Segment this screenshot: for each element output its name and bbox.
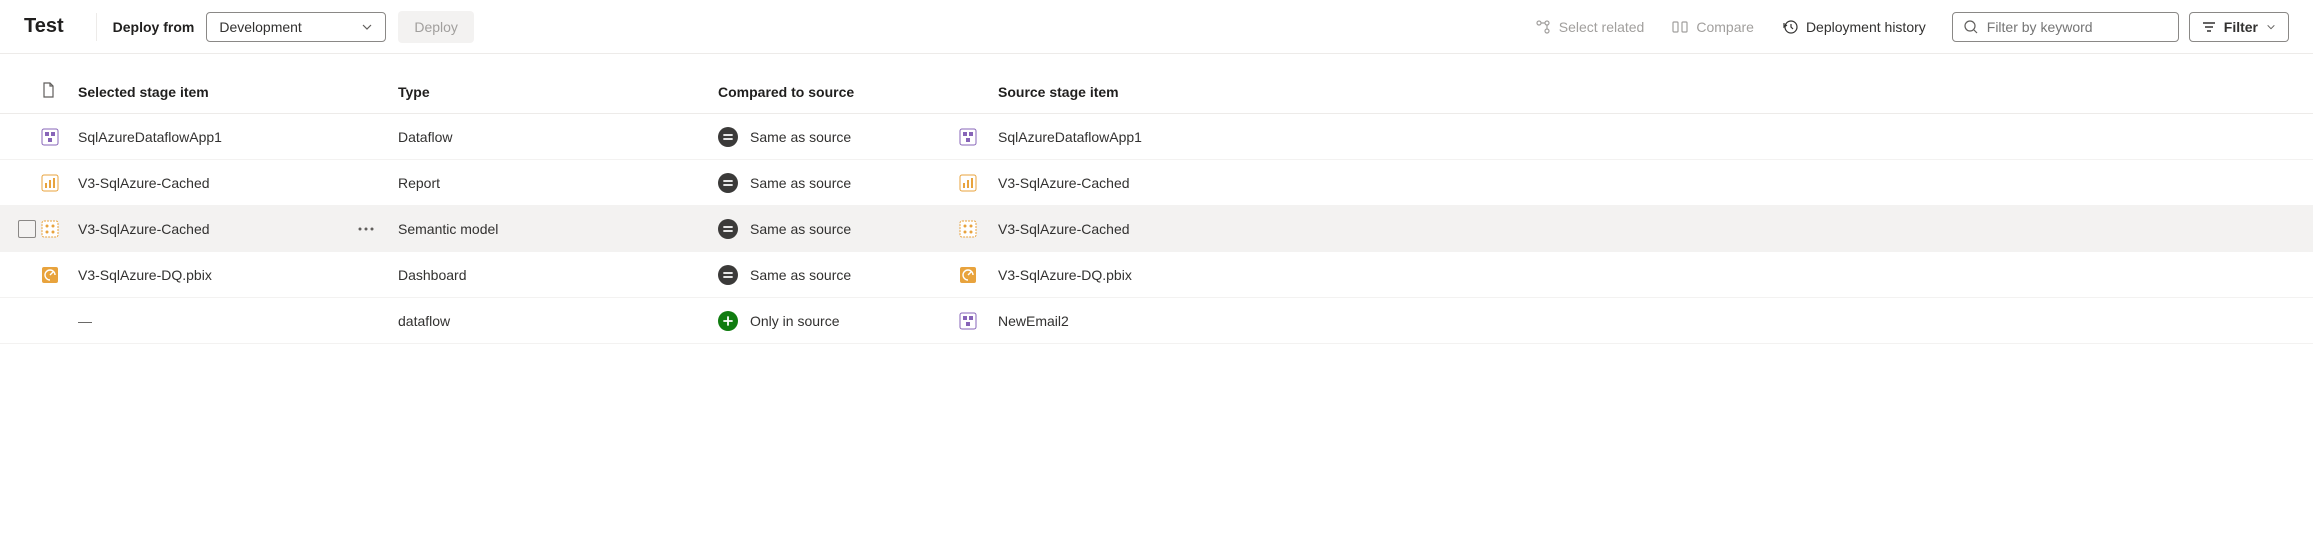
dashboard-icon [958,265,978,285]
comparison-status: Same as source [750,221,851,237]
search-input[interactable] [1987,19,2168,35]
status-same-icon [718,173,738,193]
comparison-status: Same as source [750,267,851,283]
divider [96,13,97,41]
status-only-source-icon [718,311,738,331]
source-item-name: V3-SqlAzure-DQ.pbix [998,267,1132,283]
report-icon [958,173,978,193]
comparison-status: Only in source [750,313,839,329]
status-same-icon [718,127,738,147]
item-name: — [78,313,92,329]
row-checkbox[interactable] [18,174,36,192]
table-header-row: Selected stage item Type Compared to sou… [0,82,2313,114]
source-item-name: V3-SqlAzure-Cached [998,175,1130,191]
table-row[interactable]: V3-SqlAzure-DQ.pbix Dashboard Same as sour… [0,252,2313,298]
item-name: V3-SqlAzure-Cached [78,221,210,237]
source-item-name: V3-SqlAzure-Cached [998,221,1130,237]
row-checkbox[interactable] [18,220,36,238]
compare-label: Compare [1696,19,1754,35]
source-stage-dropdown[interactable]: Development [206,12,386,42]
chevron-down-icon [2266,22,2276,32]
source-stage-value: Development [219,19,302,35]
stage-title: Test [24,15,64,38]
select-related-icon [1535,19,1551,35]
item-name: V3-SqlAzure-DQ.pbix [78,267,212,283]
column-header-compared[interactable]: Compared to source [718,84,958,100]
table-row[interactable]: — dataflow Only in source NewEmail2 [0,298,2313,344]
select-related-button[interactable]: Select related [1525,13,1655,41]
search-icon [1963,19,1979,35]
filter-button[interactable]: Filter [2189,12,2289,42]
table: Selected stage item Type Compared to sou… [0,54,2313,344]
item-type: Report [398,175,718,191]
table-row[interactable]: V3-SqlAzure-Cached Report Same as source V3… [0,160,2313,206]
status-same-icon [718,265,738,285]
item-type: Semantic model [398,221,718,237]
item-type: dataflow [398,313,718,329]
row-checkbox[interactable] [18,266,36,284]
deploy-button[interactable]: Deploy [398,11,474,43]
more-options-button[interactable] [352,215,380,243]
deployment-history-button[interactable]: Deployment history [1772,13,1936,41]
source-item-name: SqlAzureDataflowApp1 [998,129,1142,145]
source-item-name: NewEmail2 [998,313,1069,329]
deploy-from-label: Deploy from [113,19,195,35]
row-checkbox[interactable] [18,128,36,146]
history-icon [1782,19,1798,35]
item-type: Dashboard [398,267,718,283]
select-related-label: Select related [1559,19,1645,35]
toolbar: Test Deploy from Development Deploy Sele… [0,0,2313,54]
compare-button[interactable]: Compare [1662,13,1764,41]
column-header-type[interactable]: Type [398,84,718,100]
comparison-status: Same as source [750,175,851,191]
item-name: V3-SqlAzure-Cached [78,175,210,191]
dataflow-icon [958,127,978,147]
dataflow-icon [958,311,978,331]
deployment-history-label: Deployment history [1806,19,1926,35]
status-same-icon [718,219,738,239]
comparison-status: Same as source [750,129,851,145]
semantic-model-icon [958,219,978,239]
column-header-selected-item[interactable]: Selected stage item [78,84,398,100]
semantic-model-icon [40,219,60,239]
filter-label: Filter [2224,19,2258,35]
chevron-down-icon [361,21,373,33]
empty-icon [40,311,60,331]
row-checkbox[interactable] [18,312,36,330]
document-icon [40,82,56,98]
dataflow-icon [40,127,60,147]
item-name: SqlAzureDataflowApp1 [78,129,222,145]
report-icon [40,173,60,193]
table-row[interactable]: SqlAzureDataflowApp1 Dataflow Same as sour… [0,114,2313,160]
table-row[interactable]: V3-SqlAzure-Cached Semantic model Same as … [0,206,2313,252]
dashboard-icon [40,265,60,285]
item-type: Dataflow [398,129,718,145]
column-header-source-item[interactable]: Source stage item [998,84,1498,100]
search-input-wrapper[interactable] [1952,12,2179,42]
filter-icon [2202,20,2216,34]
compare-icon [1672,19,1688,35]
